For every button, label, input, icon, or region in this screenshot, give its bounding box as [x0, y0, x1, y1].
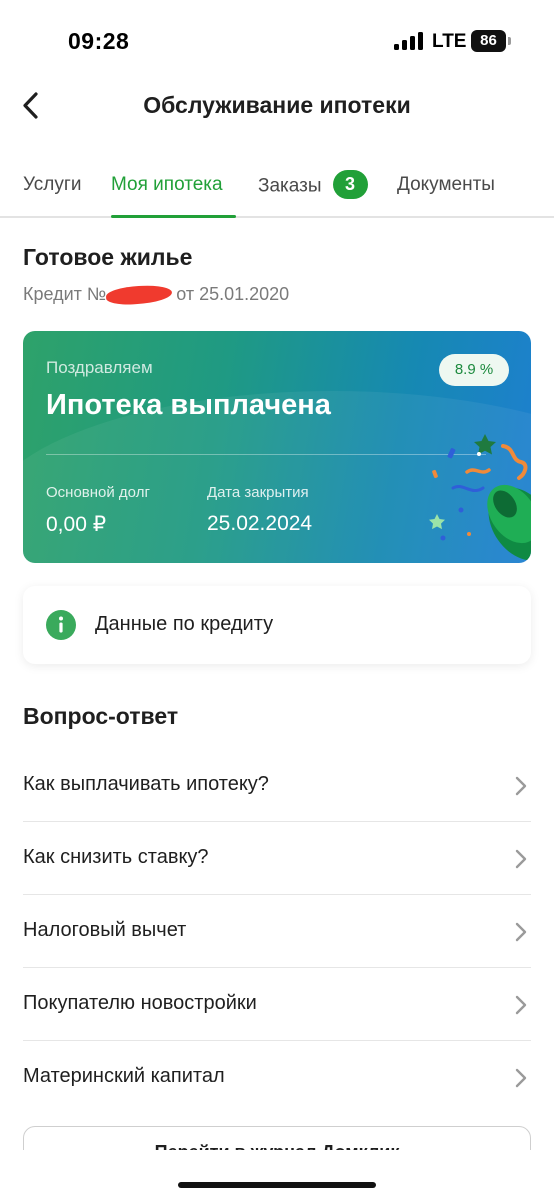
faq-item-label: Как выплачивать ипотеку?: [23, 773, 269, 795]
chevron-right-icon: [515, 849, 527, 869]
credit-number-line: Кредит № от 25.01.2020: [23, 284, 290, 306]
principal-debt-label: Основной долг: [46, 484, 150, 501]
status-time: 09:28: [68, 28, 130, 54]
tab-my-mortgage[interactable]: Моя ипотека: [111, 174, 223, 196]
tab-label: Услуги: [23, 174, 82, 195]
credit-data-label: Данные по кредиту: [95, 613, 274, 635]
active-tab-indicator: [111, 215, 236, 218]
status-bar: 09:28 LTE 86: [0, 0, 554, 84]
product-title: Готовое жилье: [23, 244, 193, 270]
principal-debt-value: 0,00 ₽: [46, 513, 107, 536]
battery-tip: [508, 37, 511, 45]
congrats-label: Поздравляем: [46, 358, 153, 377]
faq-item-label: Как снизить ставку?: [23, 846, 209, 868]
faq-item-label: Покупателю новостройки: [23, 992, 257, 1014]
closing-date-value: 25.02.2024: [207, 512, 313, 535]
faq-section-title: Вопрос-ответ: [23, 703, 179, 729]
credit-date: от 25.01.2020: [176, 284, 290, 304]
card-divider: [46, 454, 486, 455]
chevron-right-icon: [515, 776, 527, 796]
nav-header: Обслуживание ипотеки: [0, 84, 554, 134]
mortgage-status-title: Ипотека выплачена: [46, 389, 331, 421]
chevron-right-icon: [515, 922, 527, 942]
orders-count-badge: 3: [332, 170, 368, 199]
party-popper-icon: [429, 434, 531, 561]
network-type: LTE: [432, 31, 467, 52]
tab-orders[interactable]: Заказы 3: [258, 170, 368, 199]
faq-item-maternity-capital[interactable]: Материнский капитал: [23, 1041, 531, 1114]
tab-label: Заказы: [258, 175, 322, 197]
chevron-right-icon: [515, 1068, 527, 1088]
faq-item-tax-deduction[interactable]: Налоговый вычет: [23, 895, 531, 968]
credit-data-card[interactable]: Данные по кредиту: [23, 586, 531, 664]
page-title: Обслуживание ипотеки: [143, 92, 411, 118]
closing-date-label: Дата закрытия: [207, 484, 309, 501]
faq-item-lower-rate[interactable]: Как снизить ставку?: [23, 822, 531, 895]
mortgage-paid-card: Поздравляем Ипотека выплачена 8.9 % Осно…: [23, 331, 531, 563]
faq-item-new-building-buyer[interactable]: Покупателю новостройки: [23, 968, 531, 1041]
tab-documents[interactable]: Документы: [397, 174, 495, 196]
credit-prefix: Кредит №: [23, 284, 107, 304]
faq-list: Как выплачивать ипотеку? Как снизить ста…: [23, 749, 531, 1114]
faq-item-label: Материнский капитал: [23, 1065, 225, 1087]
tab-label: Документы: [397, 174, 495, 195]
bottom-safe-area: [0, 1150, 554, 1200]
faq-item-pay-mortgage[interactable]: Как выплачивать ипотеку?: [23, 749, 531, 822]
tab-bar: Услуги Моя ипотека Заказы 3 Документы: [0, 158, 554, 218]
redaction-mark: [105, 284, 173, 306]
cellular-signal-icon: [394, 32, 424, 50]
interest-rate-badge: 8.9 %: [439, 354, 509, 386]
home-indicator: [178, 1182, 376, 1188]
tab-label: Моя ипотека: [111, 174, 223, 195]
faq-item-label: Налоговый вычет: [23, 919, 187, 941]
battery-icon: 86: [471, 30, 506, 52]
info-icon: [46, 610, 76, 640]
tab-services[interactable]: Услуги: [23, 174, 81, 196]
chevron-right-icon: [515, 995, 527, 1015]
